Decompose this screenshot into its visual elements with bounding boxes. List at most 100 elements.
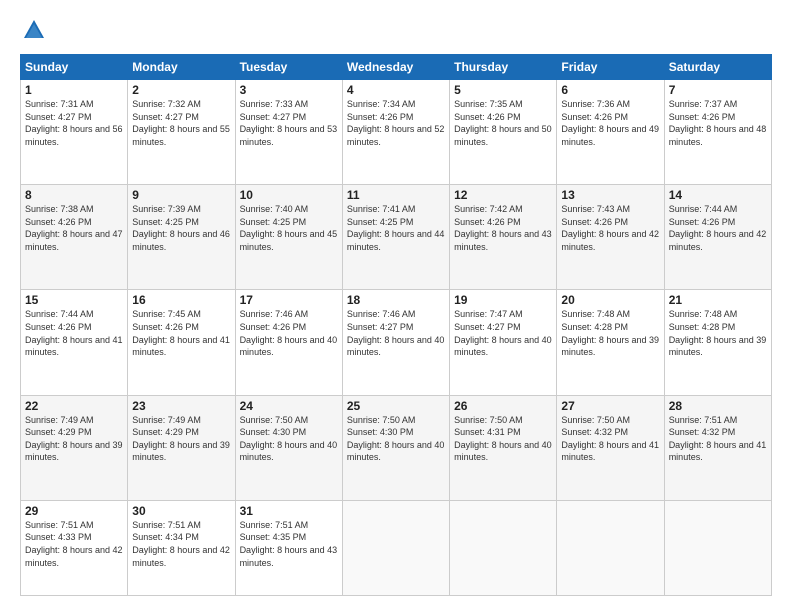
day-info: Sunrise: 7:43 AMSunset: 4:26 PMDaylight:… — [561, 204, 659, 252]
day-info: Sunrise: 7:44 AMSunset: 4:26 PMDaylight:… — [669, 204, 767, 252]
day-number: 22 — [25, 399, 123, 413]
calendar-cell: 25Sunrise: 7:50 AMSunset: 4:30 PMDayligh… — [342, 395, 449, 500]
day-info: Sunrise: 7:45 AMSunset: 4:26 PMDaylight:… — [132, 309, 230, 357]
day-number: 6 — [561, 83, 659, 97]
day-number: 15 — [25, 293, 123, 307]
calendar-cell: 30 Sunrise: 7:51 AMSunset: 4:34 PMDayligh… — [128, 500, 235, 595]
day-info: Sunrise: 7:50 AMSunset: 4:30 PMDaylight:… — [347, 415, 445, 463]
calendar-cell: 2 Sunrise: 7:32 AMSunset: 4:27 PMDaylight… — [128, 80, 235, 185]
day-info: Sunrise: 7:37 AMSunset: 4:26 PMDaylight:… — [669, 99, 767, 147]
day-number: 7 — [669, 83, 767, 97]
calendar-cell: 23 Sunrise: 7:49 AMSunset: 4:29 PMDayligh… — [128, 395, 235, 500]
calendar-cell: 21 Sunrise: 7:48 AMSunset: 4:28 PMDayligh… — [664, 290, 771, 395]
day-info: Sunrise: 7:49 AMSunset: 4:29 PMDaylight:… — [132, 415, 230, 463]
day-number: 16 — [132, 293, 230, 307]
calendar-cell: 28 Sunrise: 7:51 AMSunset: 4:32 PMDayligh… — [664, 395, 771, 500]
day-info: Sunrise: 7:51 AMSunset: 4:34 PMDaylight:… — [132, 520, 230, 568]
calendar-cell: 24Sunrise: 7:50 AMSunset: 4:30 PMDayligh… — [235, 395, 342, 500]
day-number: 27 — [561, 399, 659, 413]
day-info: Sunrise: 7:50 AMSunset: 4:30 PMDaylight:… — [240, 415, 338, 463]
calendar-cell: 16 Sunrise: 7:45 AMSunset: 4:26 PMDayligh… — [128, 290, 235, 395]
weekday-header-tuesday: Tuesday — [235, 55, 342, 80]
day-info: Sunrise: 7:41 AMSunset: 4:25 PMDaylight:… — [347, 204, 445, 252]
logo-icon — [20, 16, 48, 44]
weekday-header-wednesday: Wednesday — [342, 55, 449, 80]
weekday-header-sunday: Sunday — [21, 55, 128, 80]
week-row-5: 29Sunrise: 7:51 AMSunset: 4:33 PMDayligh… — [21, 500, 772, 595]
calendar-table: SundayMondayTuesdayWednesdayThursdayFrid… — [20, 54, 772, 596]
calendar-cell: 20 Sunrise: 7:48 AMSunset: 4:28 PMDayligh… — [557, 290, 664, 395]
calendar-cell: 3 Sunrise: 7:33 AMSunset: 4:27 PMDaylight… — [235, 80, 342, 185]
calendar-cell — [557, 500, 664, 595]
calendar-cell: 8Sunrise: 7:38 AMSunset: 4:26 PMDaylight… — [21, 185, 128, 290]
calendar-cell: 31Sunrise: 7:51 AMSunset: 4:35 PMDayligh… — [235, 500, 342, 595]
calendar-cell: 29Sunrise: 7:51 AMSunset: 4:33 PMDayligh… — [21, 500, 128, 595]
day-number: 26 — [454, 399, 552, 413]
day-number: 13 — [561, 188, 659, 202]
day-number: 11 — [347, 188, 445, 202]
calendar-cell: 22Sunrise: 7:49 AMSunset: 4:29 PMDayligh… — [21, 395, 128, 500]
week-row-1: 1 Sunrise: 7:31 AMSunset: 4:27 PMDaylight… — [21, 80, 772, 185]
day-number: 2 — [132, 83, 230, 97]
calendar-cell: 6 Sunrise: 7:36 AMSunset: 4:26 PMDaylight… — [557, 80, 664, 185]
day-number: 12 — [454, 188, 552, 202]
calendar-cell — [342, 500, 449, 595]
day-info: Sunrise: 7:33 AMSunset: 4:27 PMDaylight:… — [240, 99, 338, 147]
header — [20, 16, 772, 44]
calendar-cell: 17 Sunrise: 7:46 AMSunset: 4:26 PMDayligh… — [235, 290, 342, 395]
calendar-cell: 13 Sunrise: 7:43 AMSunset: 4:26 PMDayligh… — [557, 185, 664, 290]
day-number: 20 — [561, 293, 659, 307]
day-number: 17 — [240, 293, 338, 307]
day-info: Sunrise: 7:47 AMSunset: 4:27 PMDaylight:… — [454, 309, 552, 357]
logo — [20, 16, 52, 44]
calendar-cell: 15 Sunrise: 7:44 AMSunset: 4:26 PMDayligh… — [21, 290, 128, 395]
week-row-2: 8Sunrise: 7:38 AMSunset: 4:26 PMDaylight… — [21, 185, 772, 290]
day-number: 28 — [669, 399, 767, 413]
weekday-header-saturday: Saturday — [664, 55, 771, 80]
day-number: 4 — [347, 83, 445, 97]
day-number: 14 — [669, 188, 767, 202]
day-number: 3 — [240, 83, 338, 97]
day-number: 23 — [132, 399, 230, 413]
calendar-cell: 5Sunrise: 7:35 AMSunset: 4:26 PMDaylight… — [450, 80, 557, 185]
day-number: 8 — [25, 188, 123, 202]
day-info: Sunrise: 7:36 AMSunset: 4:26 PMDaylight:… — [561, 99, 659, 147]
day-number: 29 — [25, 504, 123, 518]
calendar-cell: 10Sunrise: 7:40 AMSunset: 4:25 PMDayligh… — [235, 185, 342, 290]
day-info: Sunrise: 7:35 AMSunset: 4:26 PMDaylight:… — [454, 99, 552, 147]
calendar-cell: 11 Sunrise: 7:41 AMSunset: 4:25 PMDayligh… — [342, 185, 449, 290]
week-row-4: 22 Sunrise: 7:49 AMSunset: 4:29 PMDayligh… — [21, 395, 772, 500]
calendar-cell: 7 Sunrise: 7:37 AMSunset: 4:26 PMDaylight… — [664, 80, 771, 185]
day-number: 30 — [132, 504, 230, 518]
day-info: Sunrise: 7:51 AMSunset: 4:32 PMDaylight:… — [669, 415, 767, 463]
weekday-header-thursday: Thursday — [450, 55, 557, 80]
day-info: Sunrise: 7:48 AMSunset: 4:28 PMDaylight:… — [561, 309, 659, 357]
day-info: Sunrise: 7:48 AMSunset: 4:28 PMDaylight:… — [669, 309, 767, 357]
day-info: Sunrise: 7:39 AMSunset: 4:25 PMDaylight:… — [132, 204, 230, 252]
day-info: Sunrise: 7:46 AMSunset: 4:27 PMDaylight:… — [347, 309, 445, 357]
day-number: 21 — [669, 293, 767, 307]
calendar-cell: 4 Sunrise: 7:34 AMSunset: 4:26 PMDaylight… — [342, 80, 449, 185]
calendar-cell: 9 Sunrise: 7:39 AMSunset: 4:25 PMDaylight… — [128, 185, 235, 290]
day-info: Sunrise: 7:44 AMSunset: 4:26 PMDaylight:… — [25, 309, 123, 357]
day-info: Sunrise: 7:34 AMSunset: 4:26 PMDaylight:… — [347, 99, 445, 147]
calendar-cell: 12Sunrise: 7:42 AMSunset: 4:26 PMDayligh… — [450, 185, 557, 290]
day-info: Sunrise: 7:50 AMSunset: 4:31 PMDaylight:… — [454, 415, 552, 463]
calendar-cell: 14 Sunrise: 7:44 AMSunset: 4:26 PMDayligh… — [664, 185, 771, 290]
day-info: Sunrise: 7:50 AMSunset: 4:32 PMDaylight:… — [561, 415, 659, 463]
week-row-3: 15 Sunrise: 7:44 AMSunset: 4:26 PMDayligh… — [21, 290, 772, 395]
day-number: 1 — [25, 83, 123, 97]
day-info: Sunrise: 7:46 AMSunset: 4:26 PMDaylight:… — [240, 309, 338, 357]
page: SundayMondayTuesdayWednesdayThursdayFrid… — [0, 0, 792, 612]
day-number: 31 — [240, 504, 338, 518]
day-info: Sunrise: 7:31 AMSunset: 4:27 PMDaylight:… — [25, 99, 123, 147]
day-number: 9 — [132, 188, 230, 202]
calendar-cell: 27 Sunrise: 7:50 AMSunset: 4:32 PMDayligh… — [557, 395, 664, 500]
day-number: 19 — [454, 293, 552, 307]
calendar-cell: 26 Sunrise: 7:50 AMSunset: 4:31 PMDayligh… — [450, 395, 557, 500]
calendar-cell: 1 Sunrise: 7:31 AMSunset: 4:27 PMDaylight… — [21, 80, 128, 185]
day-number: 18 — [347, 293, 445, 307]
weekday-header-friday: Friday — [557, 55, 664, 80]
day-info: Sunrise: 7:32 AMSunset: 4:27 PMDaylight:… — [132, 99, 230, 147]
calendar-cell: 18 Sunrise: 7:46 AMSunset: 4:27 PMDayligh… — [342, 290, 449, 395]
